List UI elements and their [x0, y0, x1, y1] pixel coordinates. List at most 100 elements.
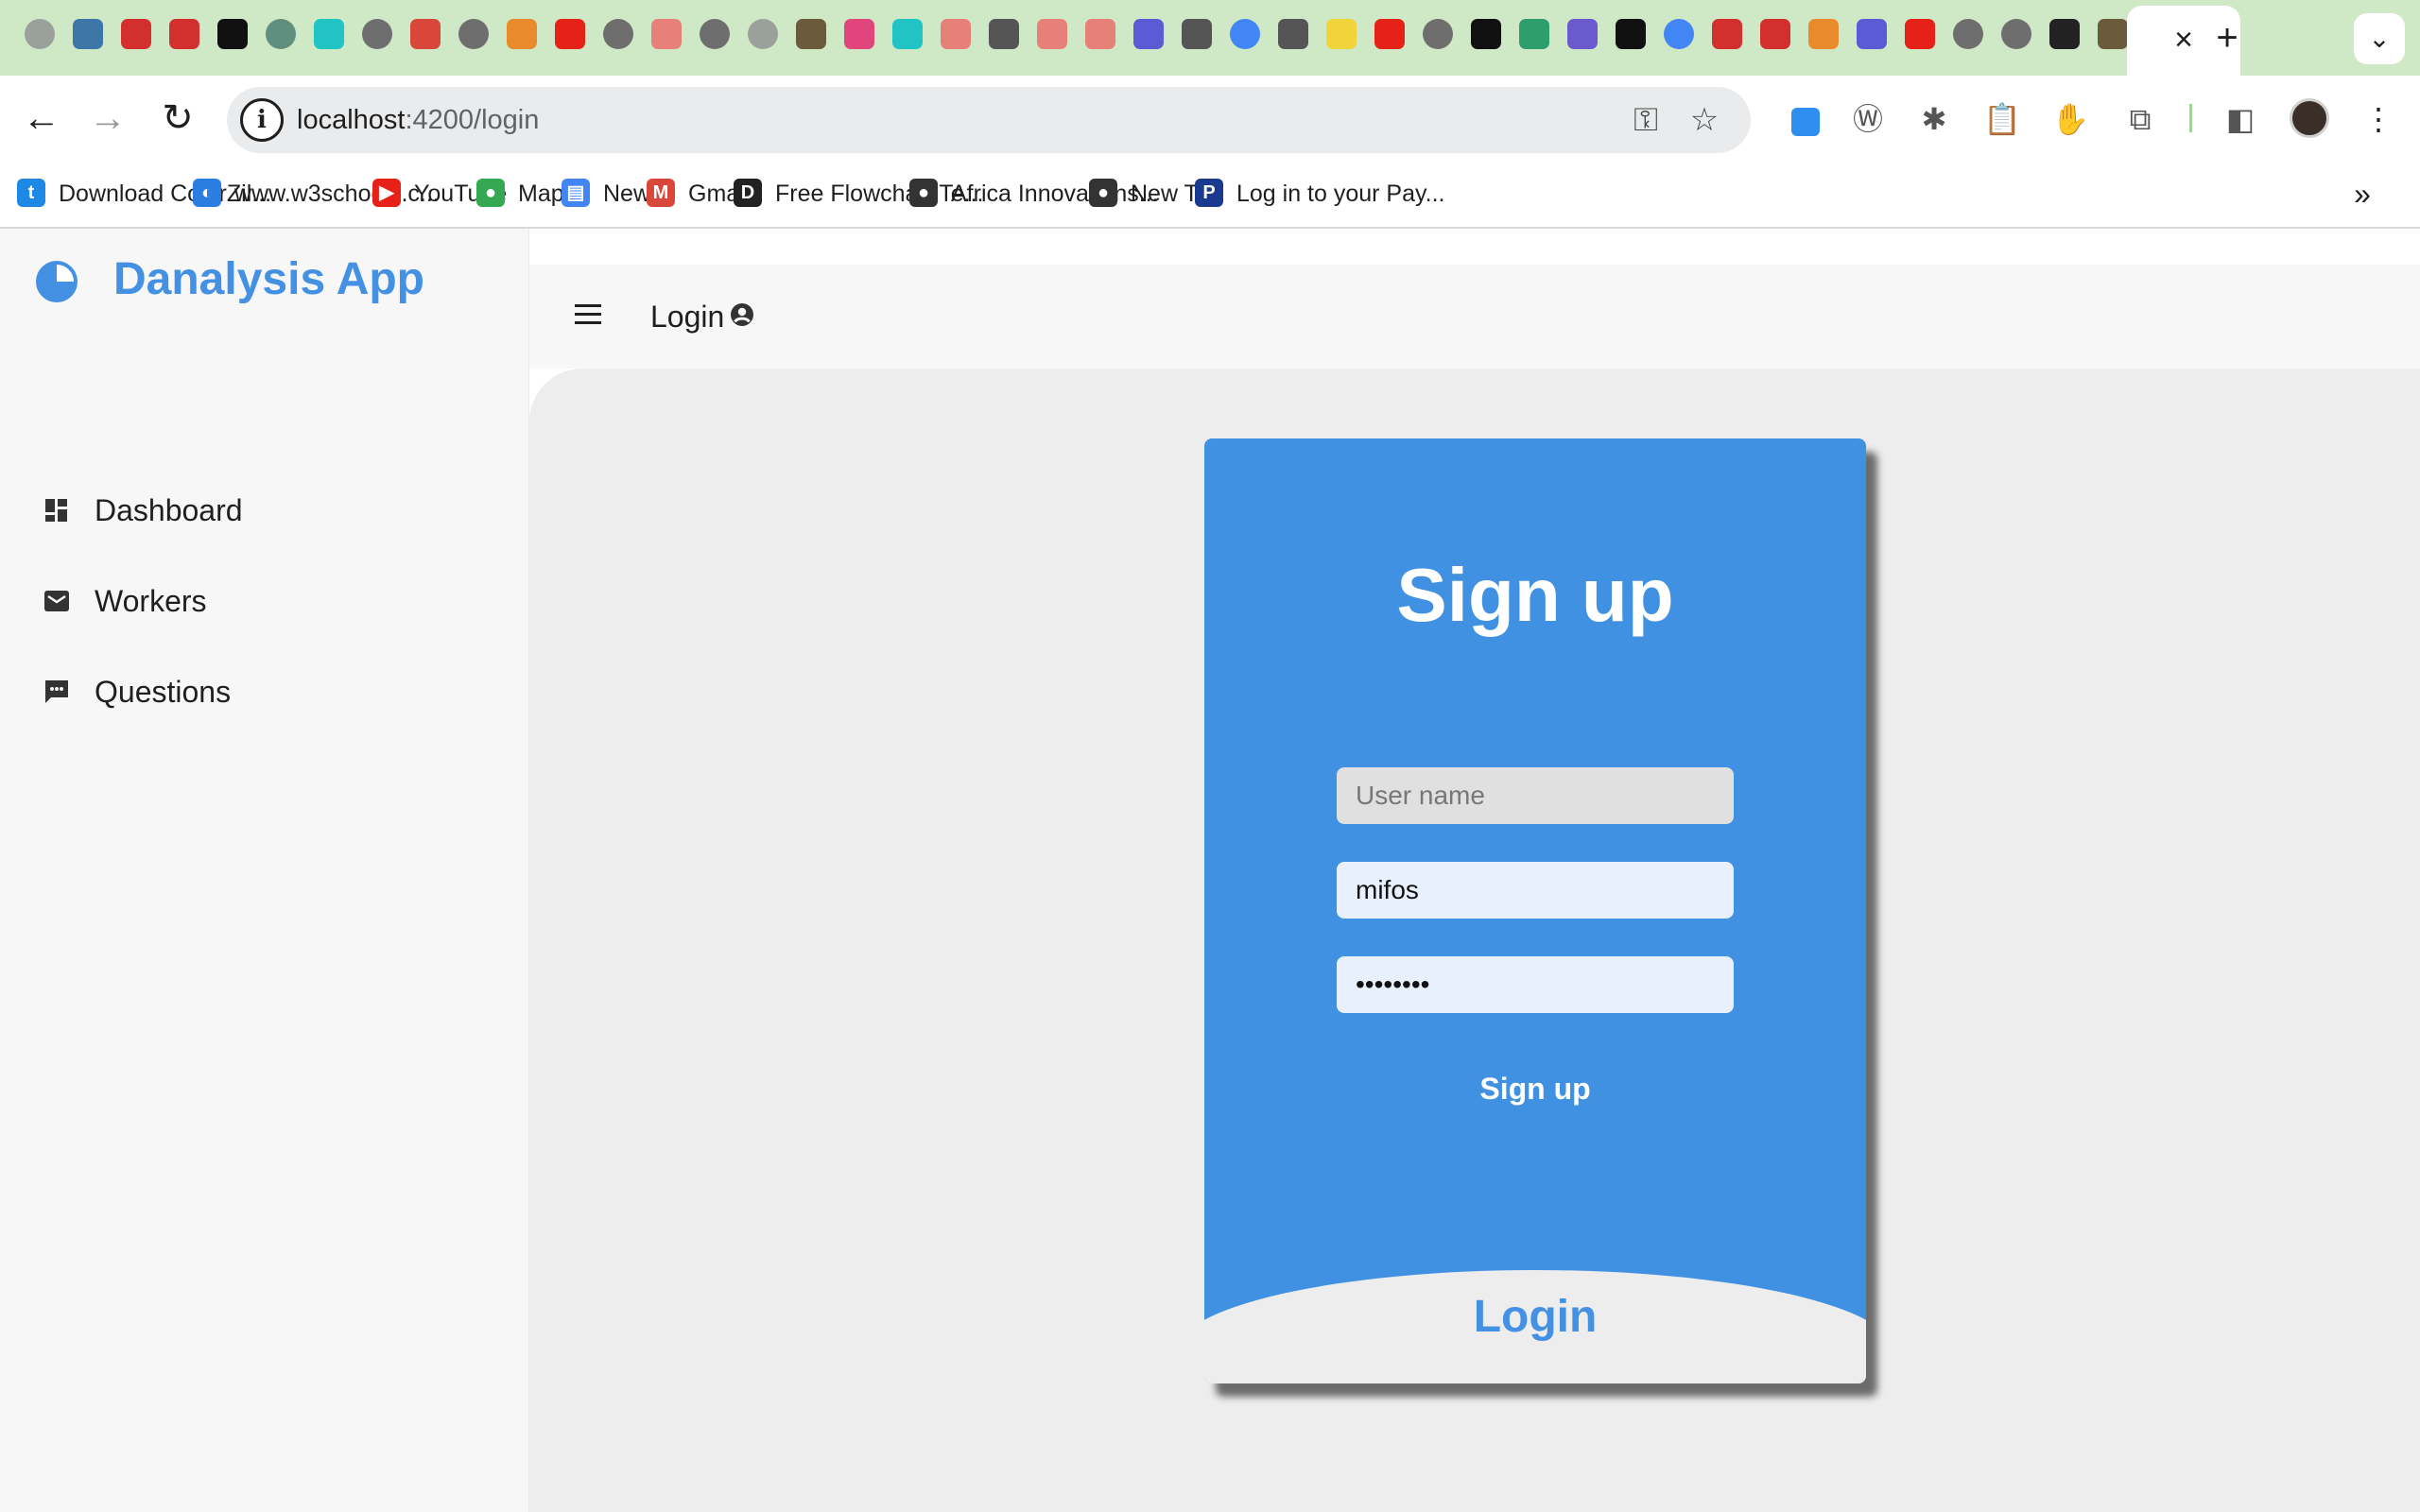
- bookmark-label: Log in to your Pay...: [1236, 180, 1445, 207]
- side-panel-icon[interactable]: ◧: [2218, 96, 2263, 142]
- github-tab-icon[interactable]: [1423, 19, 1453, 49]
- angular-tab-icon[interactable]: [169, 19, 199, 49]
- book-tab-icon[interactable]: [1278, 19, 1308, 49]
- github-tab-icon[interactable]: [603, 19, 633, 49]
- sidebar-item-questions[interactable]: Questions: [38, 663, 492, 720]
- w3schools-icon: ◐: [193, 179, 221, 208]
- browser-menu-icon[interactable]: ⋮: [2356, 96, 2401, 142]
- github-tab-icon[interactable]: [700, 19, 730, 49]
- google-tab-icon[interactable]: [1230, 19, 1260, 49]
- photo-tab-icon[interactable]: [796, 19, 826, 49]
- photo-tab-icon[interactable]: [2098, 19, 2128, 49]
- signup-title: Sign up: [1396, 553, 1674, 637]
- flowchart-icon: D: [734, 179, 762, 208]
- stackoverflow-tab-icon[interactable]: [507, 19, 537, 49]
- signup-card: Sign up Sign up Login: [1204, 438, 1866, 1383]
- browser-toolbar: ← → ↻ i localhost:4200/login ⚿ ☆ Ⓦ ✱ 📋 ✋…: [0, 76, 2420, 161]
- site-info-icon[interactable]: i: [240, 98, 284, 142]
- angular-tab-icon[interactable]: [121, 19, 151, 49]
- extension-icon[interactable]: [1783, 96, 1828, 142]
- app-title[interactable]: Danalysis App: [113, 253, 424, 305]
- back-button[interactable]: ←: [15, 93, 68, 146]
- app-header: Login: [529, 265, 2420, 369]
- sidebar-item-dashboard[interactable]: Dashboard: [38, 482, 492, 539]
- github-tab-icon[interactable]: [1953, 19, 1983, 49]
- angular-tab-icon[interactable]: [1760, 19, 1790, 49]
- google-tab-icon[interactable]: [1664, 19, 1694, 49]
- github-tab-icon[interactable]: [2001, 19, 2031, 49]
- sidebar-item-workers[interactable]: Workers: [38, 573, 492, 629]
- forward-button[interactable]: →: [81, 93, 134, 146]
- signup-button[interactable]: Sign up: [1393, 1060, 1677, 1117]
- url-host: localhost: [297, 105, 406, 135]
- python-tab-icon[interactable]: [73, 19, 103, 49]
- menu-toggle-icon[interactable]: [575, 299, 601, 336]
- youtube-tab-icon[interactable]: [1905, 19, 1935, 49]
- account-circle-icon[interactable]: [730, 302, 754, 327]
- wordpress-extension-icon[interactable]: Ⓦ: [1845, 96, 1891, 142]
- pie-chart-logo-icon: [36, 261, 78, 302]
- cube-tab-icon[interactable]: [844, 19, 874, 49]
- sidebar-item-label: Questions: [95, 675, 232, 709]
- codepen-tab-icon[interactable]: [2049, 19, 2080, 49]
- h-tab-icon[interactable]: [1567, 19, 1598, 49]
- address-bar[interactable]: i localhost:4200/login ⚿ ☆: [227, 87, 1751, 153]
- page-title: Login: [650, 300, 725, 334]
- paypal-icon: P: [1195, 179, 1223, 208]
- bookmark-star-icon[interactable]: ☆: [1683, 98, 1726, 142]
- password-key-icon[interactable]: ⚿: [1624, 98, 1668, 142]
- gmail-tab-icon[interactable]: [410, 19, 441, 49]
- angular-tab-icon[interactable]: [1471, 19, 1501, 49]
- reload-button[interactable]: ↻: [151, 93, 204, 146]
- js-tab-icon[interactable]: [1326, 19, 1357, 49]
- clipboard-extension-icon[interactable]: 📋: [1979, 96, 2025, 142]
- angular-tab-icon[interactable]: [1712, 19, 1742, 49]
- medium-tab-icon[interactable]: [217, 19, 248, 49]
- login-link[interactable]: Login: [1204, 1291, 1866, 1343]
- bug-extension-icon[interactable]: ✱: [1911, 96, 1957, 142]
- terminal-tab-icon[interactable]: [1133, 19, 1164, 49]
- chat-icon: [45, 680, 68, 703]
- todoist-tab-icon[interactable]: [1085, 19, 1115, 49]
- github-tab-icon[interactable]: [362, 19, 392, 49]
- stackoverflow-tab-icon[interactable]: [1808, 19, 1839, 49]
- new-tab-button[interactable]: +: [2205, 17, 2249, 60]
- cube-tab-icon[interactable]: [892, 19, 923, 49]
- bookmarks-overflow-icon[interactable]: »: [2342, 174, 2382, 214]
- sidebar-item-label: Dashboard: [95, 493, 243, 527]
- github-tab-icon[interactable]: [458, 19, 489, 49]
- globe-icon: ●: [909, 179, 938, 208]
- browser-tab-strip: × + ⌄: [0, 0, 2420, 76]
- colorzilla-icon: t: [17, 179, 45, 208]
- chrome-tab-icon[interactable]: [748, 19, 778, 49]
- todoist-tab-icon[interactable]: [941, 19, 971, 49]
- bookmark-paypal[interactable]: P Log in to your Pay...: [1195, 161, 1445, 227]
- news-icon: ▤: [562, 179, 590, 208]
- book-tab-icon[interactable]: [1182, 19, 1212, 49]
- todoist-tab-icon[interactable]: [651, 19, 682, 49]
- url-text[interactable]: localhost:4200/login: [297, 87, 539, 153]
- sidebar: Danalysis App Dashboard Workers Question…: [0, 229, 529, 1512]
- terminal-tab-icon[interactable]: [1857, 19, 1887, 49]
- toolbar-separator: [2189, 104, 2192, 132]
- angular-tab-icon[interactable]: [1616, 19, 1646, 49]
- chrome-tab-icon[interactable]: [25, 19, 55, 49]
- youtube-icon: ▶: [372, 179, 401, 208]
- password-input[interactable]: [1337, 956, 1734, 1013]
- hand-extension-icon[interactable]: ✋: [2048, 96, 2093, 142]
- todoist-tab-icon[interactable]: [1037, 19, 1067, 49]
- book-tab-icon[interactable]: [989, 19, 1019, 49]
- tab-search-button[interactable]: ⌄: [2354, 13, 2405, 64]
- youtube-tab-icon[interactable]: [555, 19, 585, 49]
- name-input[interactable]: [1337, 862, 1734, 919]
- profile-avatar[interactable]: [2290, 98, 2329, 138]
- network-tab-icon[interactable]: [1519, 19, 1549, 49]
- youtube-tab-icon[interactable]: [1374, 19, 1405, 49]
- chatgpt-tab-icon[interactable]: [266, 19, 296, 49]
- cube-tab-icon[interactable]: [314, 19, 344, 49]
- url-path: :4200/login: [405, 105, 540, 135]
- username-input[interactable]: [1337, 767, 1734, 824]
- extensions-puzzle-icon[interactable]: ⧉: [2118, 96, 2163, 142]
- gmail-icon: M: [647, 179, 675, 208]
- bookmarks-bar: t Download ColorZil... ◐ www.w3schools.c...…: [0, 161, 2420, 229]
